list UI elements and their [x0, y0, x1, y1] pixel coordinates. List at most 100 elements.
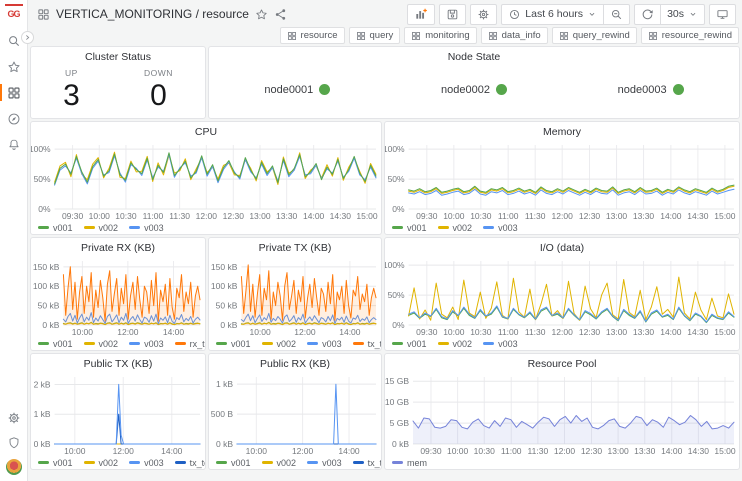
legend-item-v003[interactable]: v003 — [307, 339, 342, 349]
sidebar-item-configuration[interactable] — [6, 409, 22, 426]
dashboard-link-resource_rewind[interactable]: resource_rewind — [640, 27, 739, 44]
dashboard-link-resource[interactable]: resource — [279, 27, 345, 44]
dashboard-link-query_rewind[interactable]: query_rewind — [551, 27, 637, 44]
dashboard-link-label: query — [369, 30, 394, 41]
io-chart[interactable]: 09:30 10:00 10:30 11:00 11:30 12:00 12:30 13:00… — [385, 256, 739, 337]
dashboard-grid-icon — [559, 31, 569, 41]
legend-item-tx_total[interactable]: tx_total — [352, 339, 381, 349]
legend-item-tx_total[interactable]: tx_total — [352, 458, 381, 468]
dashboard-link-query[interactable]: query — [348, 27, 401, 44]
svg-text:10:00: 10:00 — [246, 446, 268, 456]
legend-item-v003[interactable]: v003 — [129, 458, 164, 468]
legend-label: v001 — [53, 338, 73, 349]
star-dashboard-button[interactable] — [255, 8, 268, 21]
dashboard-link-monitoring[interactable]: monitoring — [404, 27, 477, 44]
svg-text:10:00: 10:00 — [443, 211, 465, 221]
dashboard-link-label: data_info — [501, 30, 541, 41]
svg-text:09:30: 09:30 — [416, 327, 438, 337]
legend-label: v002 — [452, 222, 473, 233]
legend-item-v002[interactable]: v002 — [83, 458, 118, 468]
legend-color-marker — [216, 342, 227, 345]
sidebar-item-alerting[interactable] — [0, 136, 27, 153]
save-dashboard-button[interactable] — [439, 3, 467, 25]
zoom-out-time-button[interactable] — [604, 3, 631, 25]
legend-item-v002[interactable]: v002 — [83, 339, 118, 349]
chevron-right-icon — [24, 34, 31, 41]
refresh-interval-dropdown[interactable]: 30s — [661, 3, 705, 25]
chart-legend: v001 v002 v003 tx_total — [209, 456, 381, 469]
chart-legend: mem — [385, 456, 739, 469]
dashboard-link-data_info[interactable]: data_info — [480, 27, 548, 44]
legend-color-marker — [352, 461, 364, 464]
legend-item-tx_total[interactable]: tx_total — [174, 458, 205, 468]
legend-color-marker — [216, 461, 227, 464]
kiosk-mode-button[interactable] — [709, 3, 736, 25]
legend-item-v003[interactable]: v003 — [483, 339, 518, 349]
legend-color-marker — [38, 342, 49, 345]
legend-item-mem[interactable]: mem — [392, 458, 427, 468]
public-tx-chart[interactable]: 10:00 12:00 14:00 0 kB 1 kB 2 kB — [31, 372, 205, 456]
sidebar-item-server-admin[interactable] — [6, 434, 22, 451]
legend-color-marker — [129, 461, 141, 464]
legend-item-v001[interactable]: v001 — [392, 223, 427, 233]
svg-text:1 kB: 1 kB — [216, 379, 233, 389]
svg-text:10:00: 10:00 — [72, 327, 94, 337]
panel-title[interactable]: Memory — [385, 125, 739, 140]
panel-title[interactable]: Private RX (KB) — [31, 241, 205, 256]
panel-title[interactable]: I/O (data) — [385, 241, 739, 256]
cpu-chart[interactable]: 09:30 10:00 10:30 11:00 11:30 12:00 12:30 13:00… — [31, 140, 381, 221]
legend-item-v002[interactable]: v002 — [437, 339, 472, 349]
resource-pool-chart[interactable]: 09:30 10:00 10:30 11:00 11:30 12:00 12:30 13:00… — [385, 372, 739, 456]
legend-item-v002[interactable]: v002 — [83, 223, 118, 233]
sidebar-item-starred[interactable] — [0, 58, 27, 75]
private-rx-chart[interactable]: 10:00 12:00 14:00 0 kB 50 kB 100 kB 150 kB — [31, 256, 205, 337]
legend-item-v002[interactable]: v002 — [437, 222, 473, 233]
sidebar-expand-button[interactable] — [21, 31, 34, 44]
share-dashboard-button[interactable] — [274, 8, 287, 21]
svg-text:13:00: 13:00 — [249, 211, 271, 221]
panel-title[interactable]: Public RX (KB) — [209, 357, 381, 372]
stat-value: 0 — [150, 78, 167, 112]
sidebar-item-explore[interactable] — [0, 110, 27, 127]
stat-label: DOWN — [143, 67, 173, 78]
svg-text:14:00: 14:00 — [660, 211, 682, 221]
panel-title[interactable]: Public TX (KB) — [31, 357, 205, 372]
add-panel-icon — [414, 7, 428, 21]
node-name: node0003 — [617, 83, 667, 96]
legend-item-v003[interactable]: v003 — [483, 223, 518, 233]
legend-item-v001[interactable]: v001 — [38, 223, 73, 233]
panel-private-rx: Private RX (KB) 10:00 12:00 14:00 0 kB 50 kB… — [30, 237, 206, 351]
memory-chart[interactable]: 09:30 10:00 10:30 11:00 11:30 12:00 12:30 13:00… — [385, 140, 739, 221]
legend-item-v002[interactable]: v002 — [261, 458, 296, 468]
legend-item-v003[interactable]: v003 — [129, 339, 164, 349]
legend-item-v003[interactable]: v003 — [307, 458, 342, 468]
time-range-picker[interactable]: Last 6 hours — [501, 3, 605, 25]
legend-item-v001[interactable]: v001 — [392, 339, 427, 349]
user-avatar[interactable] — [5, 459, 22, 475]
panel-title[interactable]: Cluster Status — [31, 50, 205, 65]
panel-title[interactable]: CPU — [31, 125, 381, 140]
legend-item-v001[interactable]: v001 — [216, 458, 251, 468]
panel-title[interactable]: Resource Pool — [385, 357, 739, 372]
private-tx-chart[interactable]: 10:00 12:00 14:00 0 kB 50 kB 100 kB 150 kB — [209, 256, 381, 337]
add-panel-button[interactable] — [407, 3, 436, 25]
legend-item-v001[interactable]: v001 — [38, 458, 73, 468]
svg-text:15 GB: 15 GB — [385, 376, 409, 386]
legend-item-rx_total[interactable]: rx_total — [174, 339, 205, 349]
svg-text:12:30: 12:30 — [579, 211, 601, 221]
legend-item-v001[interactable]: v001 — [216, 339, 251, 349]
legend-item-v003[interactable]: v003 — [129, 223, 164, 233]
legend-item-v002[interactable]: v002 — [261, 339, 296, 349]
svg-text:14:30: 14:30 — [687, 327, 709, 337]
dashboard-settings-button[interactable] — [470, 3, 498, 25]
public-rx-chart[interactable]: 10:00 12:00 14:00 0 kB 500 B 1 kB — [209, 372, 381, 456]
legend-item-v001[interactable]: v001 — [38, 339, 73, 349]
legend-color-marker — [174, 461, 186, 464]
dashboard-title[interactable]: VERTICA_MONITORING / resource — [56, 7, 249, 21]
clock-icon — [508, 8, 521, 21]
refresh-button[interactable] — [634, 3, 662, 25]
panel-title[interactable]: Node State — [209, 50, 739, 65]
sidebar-item-dashboards[interactable] — [0, 84, 27, 101]
panel-title[interactable]: Private TX (KB) — [209, 241, 381, 256]
org-logo-icon[interactable]: GG — [4, 4, 23, 22]
